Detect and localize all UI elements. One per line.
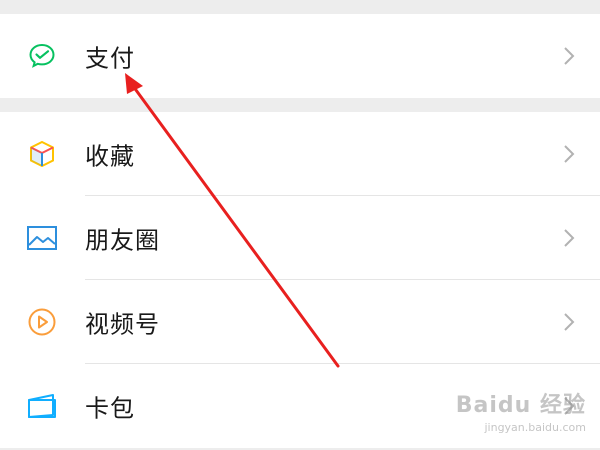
watermark-main-text: Baidu 经验 — [455, 393, 586, 418]
menu-item-label: 视频号 — [85, 310, 160, 339]
menu-item-label: 支付 — [85, 44, 135, 73]
moments-picture-icon — [25, 221, 59, 255]
favorites-cube-icon — [25, 137, 59, 171]
menu-item-favorites[interactable]: 收藏 — [0, 112, 600, 196]
chevron-right-icon — [564, 229, 575, 247]
channels-play-icon — [25, 305, 59, 339]
menu-item-label: 卡包 — [85, 394, 135, 423]
chevron-right-icon — [564, 145, 575, 163]
chevron-right-icon — [564, 313, 575, 331]
menu-item-moments[interactable]: 朋友圈 — [0, 196, 600, 280]
wechat-pay-icon — [25, 39, 59, 73]
baidu-watermark: Baidu 经验 jingyan.baidu.com — [456, 387, 586, 434]
menu-item-label: 收藏 — [85, 142, 135, 171]
menu-item-channels[interactable]: 视频号 — [0, 280, 600, 364]
top-spacer — [0, 0, 600, 14]
watermark-sub-text: jingyan.baidu.com — [484, 421, 586, 434]
card-wallet-icon — [25, 389, 59, 423]
section-spacer — [0, 98, 600, 112]
menu-item-pay[interactable]: 支付 — [0, 14, 600, 98]
menu-item-label: 朋友圈 — [85, 226, 160, 255]
chevron-right-icon — [564, 47, 575, 65]
pay-group: 支付 — [0, 14, 600, 98]
